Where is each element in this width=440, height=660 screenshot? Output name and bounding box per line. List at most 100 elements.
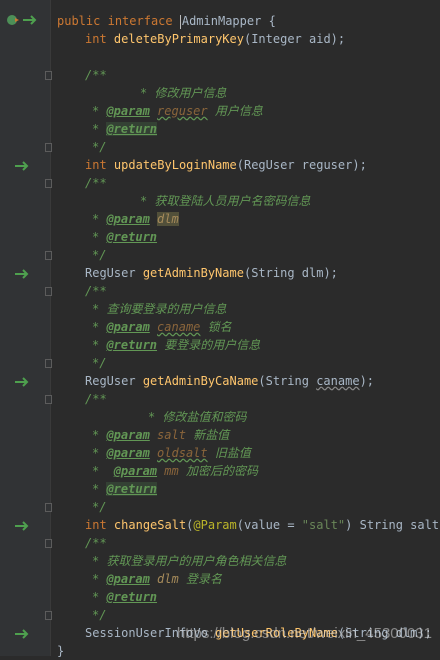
javadoc-line[interactable]: */ [50, 498, 440, 516]
comment-text: * 修改用户信息 [140, 86, 227, 100]
text-cursor [179, 14, 181, 29]
comment-text: 旧盐值 [214, 446, 251, 460]
implementation-arrow-icon[interactable] [14, 160, 30, 178]
javadoc-line[interactable]: * 修改盐值和密码 [50, 408, 440, 426]
code-line[interactable]: int changeSalt(@Param(value = "salt") St… [50, 516, 440, 534]
javadoc-line[interactable]: */ [50, 138, 440, 156]
implementation-arrow-icon[interactable] [14, 268, 30, 286]
javadoc-line[interactable]: * @param salt 新盐值 [50, 426, 440, 444]
javadoc-tag: @return [106, 482, 158, 496]
code-line[interactable]: int deleteByPrimaryKey(Integer aid); [50, 30, 440, 48]
javadoc-tag: @param [113, 464, 158, 478]
javadoc-tag: @return [106, 230, 158, 244]
param-name: mm [164, 464, 179, 478]
comment-text: /** [85, 392, 107, 406]
method-args: (String dlm); [243, 266, 338, 280]
javadoc-line[interactable]: * @param dlm [50, 210, 440, 228]
comment-text: 锁名 [207, 320, 232, 334]
javadoc-tag: @param [106, 320, 150, 334]
javadoc-line[interactable]: /** [50, 534, 440, 552]
implementation-arrow-icon[interactable] [14, 376, 30, 394]
javadoc-tag: @return [106, 338, 158, 352]
javadoc-line[interactable]: /** [50, 174, 440, 192]
javadoc-line[interactable]: * @return [50, 228, 440, 246]
javadoc-line[interactable]: /** [50, 282, 440, 300]
javadoc-tag: @param [106, 212, 150, 226]
comment-text: 新盐值 [193, 428, 230, 442]
javadoc-line[interactable]: * 获取登录用户的用户角色相关信息 [50, 552, 440, 570]
javadoc-line[interactable]: * 修改用户信息 [50, 84, 440, 102]
method-name: updateByLoginName [113, 158, 237, 172]
javadoc-tag: @param [106, 428, 150, 442]
keyword: interface [107, 14, 173, 28]
comment-text: */ [92, 140, 107, 154]
javadoc-line[interactable]: * @param oldsalt 旧盐值 [50, 444, 440, 462]
code-line[interactable]: public interface AdminMapper { [50, 12, 440, 30]
javadoc-line[interactable]: */ [50, 606, 440, 624]
method-name: deleteByPrimaryKey [113, 32, 244, 46]
param-name: oldsalt [157, 446, 208, 460]
javadoc-line[interactable]: /** [50, 66, 440, 84]
string-literal: "salt" [301, 518, 346, 532]
brace: { [268, 14, 276, 28]
method-args: ); [359, 374, 375, 388]
code-line[interactable]: RegUser getAdminByCaName(String caname); [50, 372, 440, 390]
method-name: changeSalt [113, 518, 187, 532]
param-name: salt [157, 428, 186, 442]
param-name: dlm [157, 572, 179, 586]
code-line[interactable]: RegUser getAdminByName(String dlm); [50, 264, 440, 282]
param-name: reguser [157, 104, 208, 118]
javadoc-line[interactable]: * @param caname 锁名 [50, 318, 440, 336]
javadoc-tag: @param [106, 446, 150, 460]
javadoc-tag: @return [106, 122, 158, 136]
method-args: ) String salt, [345, 518, 440, 532]
javadoc-tag: @param [106, 572, 150, 586]
method-args: (value = [236, 518, 302, 532]
javadoc-line[interactable]: * @return 要登录的用户信息 [50, 336, 440, 354]
comment-text: */ [92, 248, 107, 262]
interface-name: AdminMapper [181, 14, 262, 28]
javadoc-line[interactable]: * @param mm 加密后的密码 [50, 462, 440, 480]
javadoc-tag: @return [106, 590, 158, 604]
comment-text: /** [85, 176, 107, 190]
code-line[interactable]: int updateByLoginName(RegUser reguser); [50, 156, 440, 174]
type-keyword: int [85, 158, 107, 172]
javadoc-line[interactable]: * @return [50, 120, 440, 138]
implementation-arrow-icon[interactable] [14, 520, 30, 538]
comment-text: */ [92, 356, 107, 370]
param-name: dlm [157, 212, 179, 226]
comment-text: */ [92, 500, 107, 514]
comment-text: /** [85, 284, 107, 298]
javadoc-line[interactable]: /** [50, 390, 440, 408]
editor-gutter [0, 0, 52, 656]
code-editor[interactable]: public interface AdminMapper { int delet… [50, 0, 440, 658]
code-line[interactable]: } [50, 642, 440, 660]
implementation-arrow-icon[interactable] [14, 628, 30, 646]
javadoc-line[interactable]: * 获取登陆人员用户名密码信息 [50, 192, 440, 210]
comment-text: */ [92, 608, 107, 622]
implementation-arrow-icon[interactable] [22, 14, 38, 32]
javadoc-line[interactable]: */ [50, 246, 440, 264]
comment-text: /** [85, 536, 107, 550]
keyword: public [57, 14, 101, 28]
javadoc-line[interactable]: */ [50, 354, 440, 372]
comment-text: 用户信息 [214, 104, 263, 118]
comment-text: 登录名 [185, 572, 222, 586]
watermark: https://blog.csdn.net/weixin_45300031 [176, 625, 432, 642]
type-keyword: int [85, 32, 107, 46]
type-keyword: int [85, 518, 107, 532]
return-type: RegUser [85, 374, 136, 388]
comment-text: 要登录的用户信息 [164, 338, 261, 352]
javadoc-line[interactable]: * @return [50, 588, 440, 606]
param-name: caname [157, 320, 201, 334]
comment-text: * 获取登陆人员用户名密码信息 [140, 194, 311, 208]
class-implementation-icon[interactable] [6, 13, 20, 31]
comment-text: * 获取登录用户的用户角色相关信息 [92, 554, 287, 568]
param-name: caname [316, 374, 360, 388]
method-args: (RegUser reguser); [236, 158, 367, 172]
javadoc-line[interactable]: * @return [50, 480, 440, 498]
javadoc-line[interactable]: * 查询要登录的用户信息 [50, 300, 440, 318]
javadoc-line[interactable]: * @param reguser 用户信息 [50, 102, 440, 120]
javadoc-line[interactable]: * @param dlm 登录名 [50, 570, 440, 588]
comment-text: * 修改盐值和密码 [148, 410, 247, 424]
